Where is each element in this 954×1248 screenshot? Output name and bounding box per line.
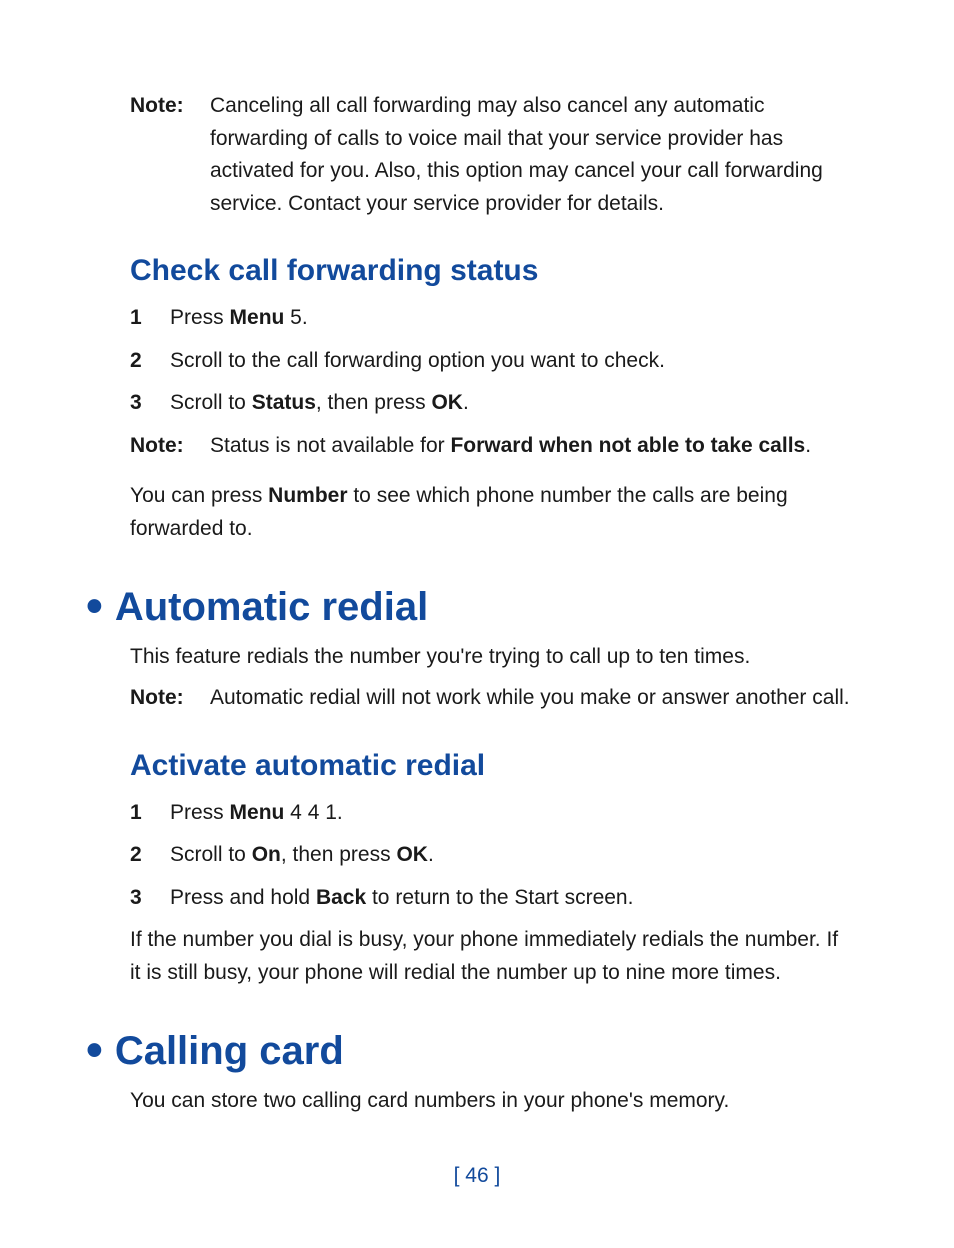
list-item: 3 Press and hold Back to return to the S… (130, 882, 854, 915)
step-body: Scroll to the call forwarding option you… (170, 345, 854, 378)
bold-text: Status (252, 391, 316, 414)
note-block-top: Note: Canceling all call forwarding may … (130, 90, 854, 220)
step-body: Press Menu 5. (170, 302, 854, 335)
bold-text: Menu (230, 306, 285, 329)
bold-text: Menu (230, 801, 285, 824)
document-page: Note: Canceling all call forwarding may … (0, 0, 954, 1196)
text: You can press (130, 484, 268, 507)
bold-text: OK (431, 391, 463, 414)
heading-text: Automatic redial (115, 585, 428, 630)
step-number: 2 (130, 839, 170, 872)
step-number: 3 (130, 882, 170, 915)
bold-text: OK (396, 843, 428, 866)
text: Scroll to (170, 843, 252, 866)
bold-text: Number (268, 484, 347, 507)
text: . (428, 843, 434, 866)
text: . (805, 434, 811, 457)
paragraph-number-info: You can press Number to see which phone … (130, 480, 854, 545)
paragraph-autoredial-outro: If the number you dial is busy, your pho… (130, 924, 854, 989)
heading-automatic-redial: • Automatic redial (130, 583, 854, 631)
text: 4 4 1. (284, 801, 342, 824)
text: Status is not available for (210, 434, 450, 457)
bold-text: On (252, 843, 281, 866)
note-block-autoredial: Note: Automatic redial will not work whi… (130, 682, 854, 715)
list-item: 2 Scroll to On, then press OK. (130, 839, 854, 872)
heading-check-status: Check call forwarding status (130, 254, 854, 288)
heading-activate-autoredial: Activate automatic redial (130, 749, 854, 783)
step-number: 1 (130, 302, 170, 335)
step-number: 2 (130, 345, 170, 378)
note-text-top: Canceling all call forwarding may also c… (210, 90, 854, 220)
note-block-status: Note: Status is not available for Forwar… (130, 430, 854, 463)
heading-text: Calling card (115, 1029, 344, 1074)
text: Press and hold (170, 886, 316, 909)
paragraph-callingcard-intro: You can store two calling card numbers i… (130, 1085, 854, 1118)
list-item: 2 Scroll to the call forwarding option y… (130, 345, 854, 378)
step-body: Scroll to On, then press OK. (170, 839, 854, 872)
note-text-status: Status is not available for Forward when… (210, 430, 854, 463)
paragraph-autoredial-intro: This feature redials the number you're t… (130, 641, 854, 674)
bullet-icon: • (86, 1027, 103, 1075)
bullet-icon: • (86, 583, 103, 631)
step-number: 3 (130, 387, 170, 420)
bold-text: Back (316, 886, 366, 909)
step-body: Scroll to Status, then press OK. (170, 387, 854, 420)
step-body: Press and hold Back to return to the Sta… (170, 882, 854, 915)
heading-calling-card: • Calling card (130, 1027, 854, 1075)
step-number: 1 (130, 797, 170, 830)
text: . (463, 391, 469, 414)
text: 5. (284, 306, 307, 329)
list-item: 1 Press Menu 4 4 1. (130, 797, 854, 830)
note-text-autoredial: Automatic redial will not work while you… (210, 682, 854, 715)
list-item: 3 Scroll to Status, then press OK. (130, 387, 854, 420)
steps-check-status: 1 Press Menu 5. 2 Scroll to the call for… (130, 302, 854, 420)
note-label: Note: (130, 430, 210, 463)
text: , then press (316, 391, 432, 414)
list-item: 1 Press Menu 5. (130, 302, 854, 335)
note-label: Note: (130, 90, 210, 220)
step-body: Press Menu 4 4 1. (170, 797, 854, 830)
text: Scroll to (170, 391, 252, 414)
text: , then press (281, 843, 397, 866)
note-label: Note: (130, 682, 210, 715)
text: Press (170, 306, 230, 329)
text: to return to the Start screen. (366, 886, 633, 909)
steps-activate-autoredial: 1 Press Menu 4 4 1. 2 Scroll to On, then… (130, 797, 854, 915)
text: Press (170, 801, 230, 824)
bold-text: Forward when not able to take calls (450, 434, 805, 457)
page-number: [ 46 ] (0, 1164, 954, 1188)
